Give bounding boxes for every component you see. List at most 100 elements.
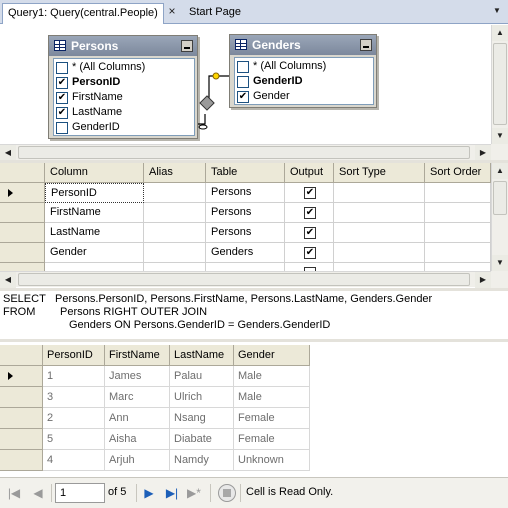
current-record-input[interactable]: 1 bbox=[55, 483, 105, 503]
criteria-cell-alias[interactable] bbox=[144, 183, 206, 203]
result-cell-gender[interactable]: Female bbox=[234, 429, 310, 450]
criteria-cell-column[interactable]: LastName bbox=[45, 223, 144, 243]
criteria-cell-table[interactable]: Persons bbox=[206, 203, 285, 223]
scroll-down-icon[interactable]: ▼ bbox=[492, 128, 508, 144]
criteria-vertical-scrollbar[interactable]: ▲ ▼ bbox=[491, 163, 508, 271]
scroll-thumb[interactable] bbox=[493, 181, 507, 215]
criteria-cell-alias[interactable] bbox=[144, 203, 206, 223]
column-header-table[interactable]: Table bbox=[206, 163, 285, 183]
genders-table-title-bar[interactable]: Genders bbox=[230, 35, 376, 55]
table-column-row[interactable]: * (All Columns) bbox=[54, 60, 194, 75]
column-checkbox[interactable] bbox=[237, 75, 249, 88]
result-header-firstname[interactable]: FirstName bbox=[105, 345, 170, 366]
new-record-icon[interactable]: ▶* bbox=[186, 485, 202, 501]
row-selector[interactable] bbox=[0, 203, 45, 223]
table-row[interactable]: 3 Marc Ulrich Male bbox=[0, 387, 310, 408]
result-cell-personid[interactable]: 4 bbox=[43, 450, 105, 471]
table-column-row[interactable]: GenderID bbox=[54, 120, 194, 135]
result-cell-lastname[interactable]: Diabate bbox=[170, 429, 234, 450]
criteria-cell-sort-type[interactable] bbox=[334, 183, 425, 203]
criteria-cell-table[interactable]: Persons bbox=[206, 183, 285, 203]
next-record-icon[interactable]: ▶ bbox=[141, 485, 157, 501]
criteria-row[interactable]: LastName Persons ✔ bbox=[0, 223, 491, 243]
result-cell-firstname[interactable]: Ann bbox=[105, 408, 170, 429]
table-column-row[interactable]: LastName bbox=[54, 105, 194, 120]
column-checkbox[interactable] bbox=[56, 106, 68, 119]
criteria-cell-column[interactable]: Gender bbox=[45, 243, 144, 263]
column-checkbox[interactable] bbox=[237, 60, 249, 73]
criteria-cell-output[interactable]: ✔ bbox=[285, 243, 334, 263]
genders-table-box[interactable]: Genders * (All Columns) GenderID Gender bbox=[229, 34, 377, 108]
criteria-row[interactable]: PersonID Persons ✔ bbox=[0, 183, 491, 203]
column-header-column[interactable]: Column bbox=[45, 163, 144, 183]
column-header-alias[interactable]: Alias bbox=[144, 163, 206, 183]
criteria-cell-sort-order[interactable] bbox=[425, 203, 491, 223]
table-row[interactable]: 1 James Palau Male bbox=[0, 366, 310, 387]
result-cell-gender[interactable]: Female bbox=[234, 408, 310, 429]
criteria-cell-alias[interactable] bbox=[144, 223, 206, 243]
row-selector[interactable] bbox=[0, 450, 43, 471]
row-selector[interactable] bbox=[0, 429, 43, 450]
row-selector[interactable] bbox=[0, 243, 45, 263]
table-row[interactable]: 5 Aisha Diabate Female bbox=[0, 429, 310, 450]
row-selector[interactable] bbox=[0, 408, 43, 429]
criteria-cell-column[interactable]: FirstName bbox=[45, 203, 144, 223]
criteria-cell-sort-order[interactable] bbox=[425, 223, 491, 243]
scroll-up-icon[interactable]: ▲ bbox=[492, 25, 508, 41]
scroll-right-icon[interactable]: ▶ bbox=[475, 145, 491, 160]
scroll-right-icon[interactable]: ▶ bbox=[475, 272, 491, 288]
table-row[interactable]: 2 Ann Nsang Female bbox=[0, 408, 310, 429]
table-column-row[interactable]: Gender bbox=[235, 89, 373, 104]
criteria-cell-sort-type[interactable] bbox=[334, 203, 425, 223]
table-column-row[interactable]: * (All Columns) bbox=[235, 59, 373, 74]
criteria-cell-sort-order[interactable] bbox=[425, 243, 491, 263]
result-cell-firstname[interactable]: James bbox=[105, 366, 170, 387]
table-row[interactable]: 4 Arjuh Namdy Unknown bbox=[0, 450, 310, 471]
scroll-up-icon[interactable]: ▲ bbox=[492, 163, 508, 179]
criteria-cell-table[interactable]: Genders bbox=[206, 243, 285, 263]
column-checkbox[interactable] bbox=[56, 76, 68, 89]
result-cell-personid[interactable]: 2 bbox=[43, 408, 105, 429]
criteria-cell-output[interactable]: ✔ bbox=[285, 203, 334, 223]
output-checkbox[interactable]: ✔ bbox=[304, 187, 316, 199]
minimize-table-button[interactable] bbox=[360, 39, 372, 51]
criteria-cell-column[interactable]: PersonID bbox=[45, 183, 144, 203]
diagram-horizontal-scrollbar[interactable]: ◀ ▶ bbox=[0, 144, 491, 160]
result-cell-personid[interactable]: 1 bbox=[43, 366, 105, 387]
scroll-thumb[interactable] bbox=[18, 146, 470, 159]
table-column-row[interactable]: FirstName bbox=[54, 90, 194, 105]
criteria-row[interactable]: Gender Genders ✔ bbox=[0, 243, 491, 263]
scroll-down-icon[interactable]: ▼ bbox=[492, 255, 508, 271]
sql-pane[interactable]: SELECT Persons.PersonID, Persons.FirstNa… bbox=[0, 291, 508, 339]
first-record-icon[interactable]: |◀ bbox=[6, 485, 22, 501]
minimize-table-button[interactable] bbox=[181, 40, 193, 52]
criteria-row[interactable]: FirstName Persons ✔ bbox=[0, 203, 491, 223]
column-header-sort-type[interactable]: Sort Type bbox=[334, 163, 425, 183]
stop-icon[interactable] bbox=[218, 484, 236, 502]
output-checkbox[interactable]: ✔ bbox=[304, 247, 316, 259]
criteria-cell-output[interactable]: ✔ bbox=[285, 223, 334, 243]
result-cell-lastname[interactable]: Ulrich bbox=[170, 387, 234, 408]
result-cell-lastname[interactable]: Namdy bbox=[170, 450, 234, 471]
persons-table-title-bar[interactable]: Persons bbox=[49, 36, 197, 56]
output-checkbox[interactable]: ✔ bbox=[304, 207, 316, 219]
table-column-row[interactable]: GenderID bbox=[235, 74, 373, 89]
result-header-gender[interactable]: Gender bbox=[234, 345, 310, 366]
result-cell-firstname[interactable]: Marc bbox=[105, 387, 170, 408]
column-header-output[interactable]: Output bbox=[285, 163, 334, 183]
row-selector[interactable] bbox=[0, 366, 43, 387]
result-header-personid[interactable]: PersonID bbox=[43, 345, 105, 366]
result-cell-firstname[interactable]: Aisha bbox=[105, 429, 170, 450]
criteria-cell-sort-order[interactable] bbox=[425, 183, 491, 203]
criteria-cell-alias[interactable] bbox=[144, 243, 206, 263]
table-column-row[interactable]: PersonID bbox=[54, 75, 194, 90]
result-header-lastname[interactable]: LastName bbox=[170, 345, 234, 366]
column-checkbox[interactable] bbox=[56, 91, 68, 104]
close-tab-icon[interactable]: × bbox=[165, 5, 179, 19]
tab-start-page[interactable]: Start Page bbox=[184, 3, 246, 24]
result-cell-gender[interactable]: Unknown bbox=[234, 450, 310, 471]
result-cell-personid[interactable]: 5 bbox=[43, 429, 105, 450]
column-checkbox[interactable] bbox=[237, 90, 249, 103]
criteria-cell-table[interactable]: Persons bbox=[206, 223, 285, 243]
row-selector[interactable] bbox=[0, 223, 45, 243]
